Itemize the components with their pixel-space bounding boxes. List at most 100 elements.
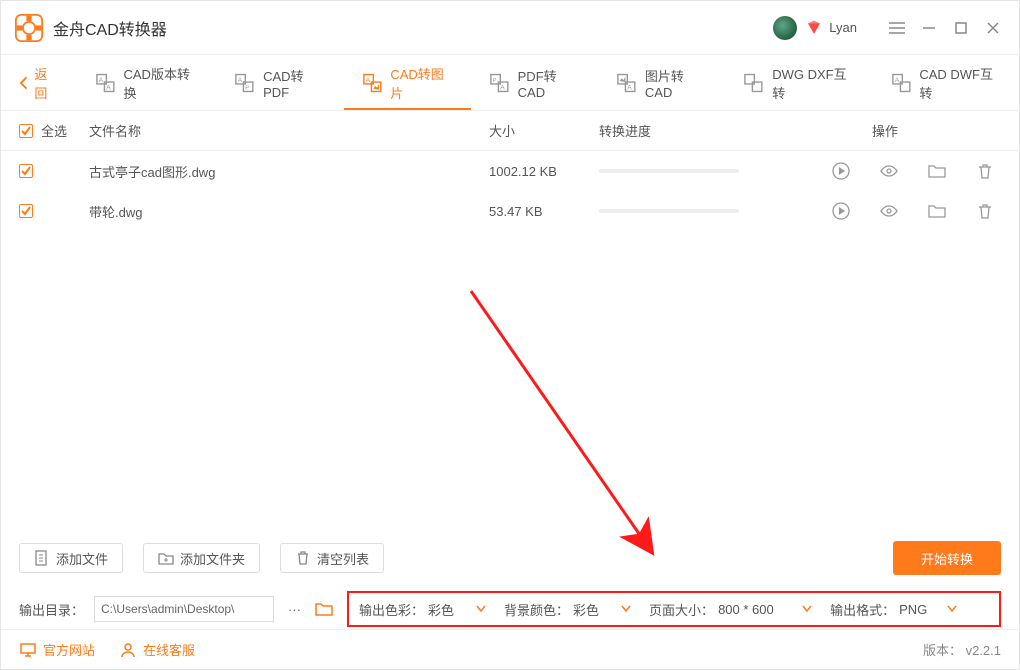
version-label: 版本： v2.2.1 (923, 640, 1001, 659)
back-label: 返回 (34, 64, 58, 102)
support-link[interactable]: 在线客服 (119, 640, 195, 659)
folder-plus-icon (158, 550, 174, 566)
clear-list-label: 清空列表 (317, 549, 369, 568)
official-site-link[interactable]: 官方网站 (19, 640, 95, 659)
svg-text:A: A (365, 77, 370, 84)
tab-icon: AP (234, 72, 255, 94)
add-folder-label: 添加文件夹 (180, 549, 245, 568)
clear-list-button[interactable]: 清空列表 (280, 543, 384, 573)
bg-color-value: 彩色 (573, 600, 617, 619)
select-all-label: 全选 (41, 121, 67, 140)
tab-label: PDF转CAD (518, 66, 581, 100)
output-format-select[interactable]: 输出格式： PNG (830, 600, 957, 619)
folder-icon[interactable] (927, 161, 947, 181)
tab-cad-version[interactable]: AA CAD版本转换 (77, 55, 217, 110)
username[interactable]: Lyan (829, 20, 857, 35)
background-color-select[interactable]: 背景颜色： 彩色 (504, 600, 631, 619)
svg-text:A: A (628, 84, 633, 91)
monitor-icon (19, 641, 37, 659)
tab-pdf-to-cad[interactable]: PA PDF转CAD (471, 55, 598, 110)
tab-label: CAD转PDF (263, 66, 326, 100)
tab-icon: A (891, 72, 912, 94)
chevron-left-icon (19, 76, 28, 90)
row-checkbox[interactable] (19, 164, 33, 178)
caret-down-icon (802, 605, 812, 613)
svg-text:P: P (246, 85, 250, 91)
tab-cad-dwf[interactable]: A CAD DWF互转 (873, 55, 1019, 110)
row-checkbox[interactable] (19, 204, 33, 218)
svg-text:A: A (106, 84, 111, 91)
progress-bar (599, 209, 739, 213)
browse-button[interactable]: ··· (288, 602, 301, 617)
tab-icon: PA (489, 72, 510, 94)
trash-icon[interactable] (975, 161, 995, 181)
tab-image-to-cad[interactable]: A 图片转CAD (598, 55, 725, 110)
add-folder-button[interactable]: 添加文件夹 (143, 543, 260, 573)
svg-text:P: P (493, 78, 497, 84)
footer: 官方网站 在线客服 版本： v2.2.1 (1, 629, 1019, 669)
tab-label: 图片转CAD (645, 66, 708, 100)
output-dir-label: 输出目录： (19, 600, 84, 619)
bg-color-label: 背景颜色： (504, 600, 569, 619)
tab-icon (743, 72, 764, 94)
eye-icon[interactable] (879, 161, 899, 181)
play-icon[interactable] (831, 161, 851, 181)
col-actions-header: 操作 (769, 121, 1001, 140)
eye-icon[interactable] (879, 201, 899, 221)
table-header: 全选 文件名称 大小 转换进度 操作 (1, 111, 1019, 151)
play-icon[interactable] (831, 201, 851, 221)
open-folder-button[interactable] (311, 596, 337, 622)
tab-dwg-dxf[interactable]: DWG DXF互转 (725, 55, 872, 110)
add-file-label: 添加文件 (56, 549, 108, 568)
tab-cad-to-pdf[interactable]: AP CAD转PDF (216, 55, 343, 110)
start-convert-button[interactable]: 开始转换 (893, 541, 1001, 575)
tab-cad-to-image[interactable]: A CAD转图片 (344, 55, 471, 110)
output-color-value: 彩色 (428, 600, 472, 619)
support-label: 在线客服 (143, 640, 195, 659)
official-site-label: 官方网站 (43, 640, 95, 659)
app-title: 金舟CAD转换器 (53, 16, 773, 40)
tab-icon: A (616, 72, 637, 94)
progress-bar (599, 169, 739, 173)
select-all-checkbox[interactable] (19, 124, 33, 138)
col-size-header: 大小 (489, 121, 599, 140)
vip-diamond-icon[interactable] (805, 19, 823, 37)
tab-label: CAD版本转换 (124, 64, 199, 102)
page-size-label: 页面大小： (649, 600, 714, 619)
bottom-panel: 添加文件 添加文件夹 清空列表 开始转换 输出目录： C:\Users\admi… (1, 541, 1019, 629)
svg-text:A: A (99, 77, 104, 84)
tab-label: DWG DXF互转 (772, 64, 854, 102)
output-color-select[interactable]: 输出色彩： 彩色 (359, 600, 486, 619)
page-size-select[interactable]: 页面大小： 800 * 600 (649, 600, 812, 619)
output-dir-field[interactable]: C:\Users\admin\Desktop\ (94, 596, 274, 622)
svg-text:A: A (238, 77, 243, 84)
close-button[interactable] (981, 16, 1005, 40)
back-button[interactable]: 返回 (1, 55, 77, 110)
output-format-value: PNG (899, 602, 943, 617)
app-logo-icon (15, 14, 43, 42)
folder-icon[interactable] (927, 201, 947, 221)
maximize-button[interactable] (949, 16, 973, 40)
titlebar: 金舟CAD转换器 Lyan (1, 1, 1019, 55)
add-file-button[interactable]: 添加文件 (19, 543, 123, 573)
file-plus-icon (34, 550, 50, 566)
file-size: 53.47 KB (489, 204, 599, 219)
file-name: 带轮.dwg (69, 202, 489, 221)
avatar[interactable] (773, 16, 797, 40)
caret-down-icon (947, 605, 957, 613)
output-color-label: 输出色彩： (359, 600, 424, 619)
svg-text:A: A (894, 77, 899, 84)
minimize-button[interactable] (917, 16, 941, 40)
caret-down-icon (621, 605, 631, 613)
folder-icon (314, 599, 334, 619)
tabbar: 返回 AA CAD版本转换 AP CAD转PDF A CAD转图片 PA PDF… (1, 55, 1019, 111)
annotation-arrow (461, 281, 701, 581)
output-settings-highlight: 输出色彩： 彩色 背景颜色： 彩色 页面大小： 800 * 600 输出格式： … (347, 591, 1001, 627)
menu-button[interactable] (885, 16, 909, 40)
headset-icon (119, 641, 137, 659)
trash-icon[interactable] (975, 201, 995, 221)
tab-icon: AA (95, 72, 116, 94)
svg-text:A: A (500, 84, 505, 91)
table-row: 古式亭子cad图形.dwg 1002.12 KB (1, 151, 1019, 191)
table-row: 带轮.dwg 53.47 KB (1, 191, 1019, 231)
